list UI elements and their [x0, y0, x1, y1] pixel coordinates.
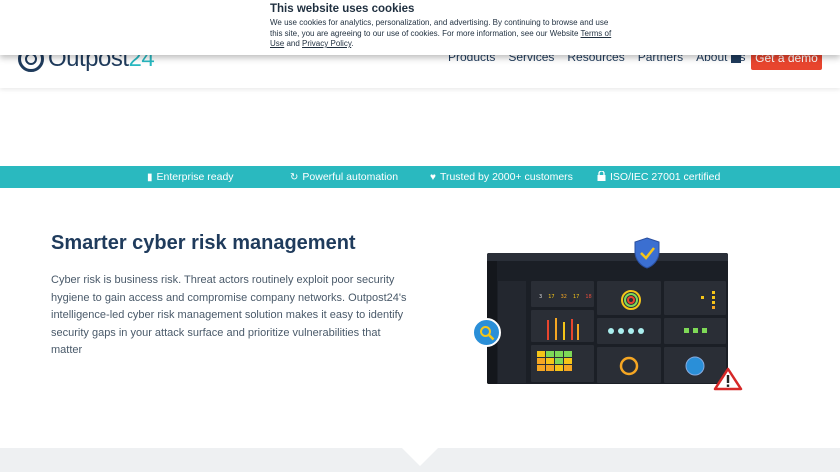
section-body: Cyber risk is business risk. Threat acto…: [51, 274, 407, 357]
dashboard-heatmap-panel: [531, 345, 594, 382]
dashboard-list: [498, 281, 526, 383]
heart-icon: ♥: [430, 171, 436, 183]
search-badge-icon: [472, 318, 501, 347]
feature-ribbon: ▮ Enterprise ready ↻ Powerful automation…: [0, 166, 840, 188]
dashboard-topbar: [487, 253, 728, 261]
shield-check-icon: [634, 237, 660, 269]
ribbon-item-iso: ISO/IEC 27001 certified: [597, 166, 720, 188]
ribbon-item-trusted: ♥ Trusted by 2000+ customers: [430, 171, 573, 183]
building-icon: ▮: [147, 171, 153, 183]
cookie-banner: This website uses cookies We use cookies…: [0, 0, 840, 55]
refresh-icon: ↻: [290, 171, 299, 183]
dashboard-illustration: 3 17 32 17 18: [487, 253, 728, 384]
dashboard-donut-panel: [597, 347, 661, 383]
section-title: Smarter cyber risk management: [51, 232, 356, 254]
section-arrow: [402, 448, 438, 466]
dashboard-ring-panel: [597, 281, 661, 315]
dashboard-grid-panel: [664, 281, 726, 315]
dashboard-counts-panel: 3 17 32 17 18: [531, 281, 594, 307]
ribbon-item-enterprise: ▮ Enterprise ready: [147, 171, 234, 183]
lock-icon: [597, 169, 606, 184]
warning-icon: [713, 367, 743, 391]
dashboard-status-panel: [664, 318, 726, 344]
cookie-text: We use cookies for analytics, personaliz…: [270, 18, 612, 48]
cookie-title: This website uses cookies: [270, 3, 415, 15]
ribbon-item-automation: ↻ Powerful automation: [290, 171, 399, 183]
dashboard-dots-panel: [597, 318, 661, 344]
privacy-policy-link[interactable]: Privacy Policy: [302, 39, 351, 48]
dashboard-bars-panel: [531, 310, 594, 342]
